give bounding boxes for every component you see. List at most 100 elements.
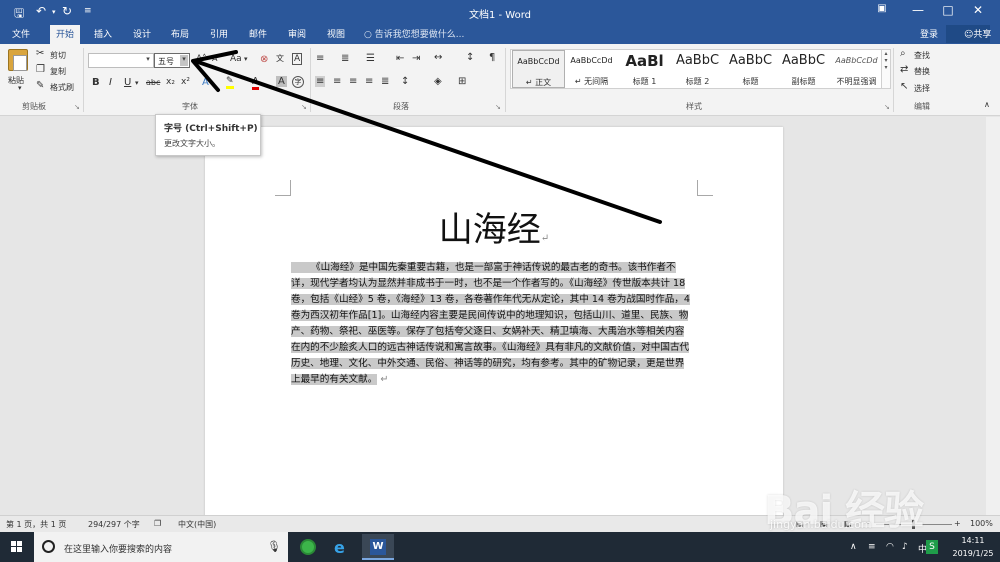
scissors-icon[interactable]: ✂ — [36, 48, 44, 59]
style-normal[interactable]: AaBbCcDd ↵ 正文 — [512, 50, 565, 88]
tab-design[interactable]: 设计 — [133, 27, 151, 40]
font-size-combo[interactable]: 五号 ▾ — [154, 53, 190, 68]
page-count[interactable]: 第 1 页，共 1 页 — [6, 519, 66, 530]
network-icon[interactable]: ≡ — [868, 542, 876, 552]
font-name-combo[interactable]: ▾ — [88, 53, 154, 68]
input-method-s-icon[interactable]: S — [926, 540, 938, 554]
numbering-icon[interactable]: ≣ — [341, 53, 349, 64]
shading-icon[interactable]: ◈ — [434, 76, 442, 87]
style-heading-2[interactable]: AaBbC 标题 2 — [671, 50, 724, 88]
tab-insert[interactable]: 插入 — [94, 27, 112, 40]
close-button[interactable]: ✕ — [966, 3, 990, 17]
phonetic-guide-icon[interactable]: 文 — [276, 53, 284, 64]
decrease-indent-icon[interactable]: ⇤ — [396, 53, 404, 64]
style-subtle-emphasis[interactable]: AaBbCcDd 不明显强调 — [830, 50, 883, 88]
language-indicator[interactable]: 中文(中国) — [178, 519, 216, 530]
show-marks-icon[interactable]: ¶ — [489, 52, 495, 63]
distributed-icon[interactable]: ≣ — [381, 76, 389, 87]
chinese-layout-icon[interactable]: ↔ — [434, 52, 442, 63]
sort-icon[interactable]: ↕ — [466, 52, 474, 63]
bullets-icon[interactable]: ≡ — [316, 53, 324, 64]
tab-mailings[interactable]: 邮件 — [249, 27, 267, 40]
print-layout-icon[interactable]: ▣ — [820, 519, 828, 528]
font-size-dropdown-icon[interactable]: ▾ — [180, 55, 188, 66]
line-spacing-icon[interactable]: ↕ — [401, 76, 409, 87]
grow-font-icon[interactable]: A˄ — [196, 54, 207, 64]
microphone-icon[interactable]: 🎙 — [267, 540, 281, 553]
find-button[interactable]: 查找 — [914, 50, 930, 61]
paste-icon[interactable] — [8, 49, 28, 71]
maximize-button[interactable]: □ — [936, 3, 960, 17]
system-clock[interactable]: 14:11 2019/1/25 — [946, 534, 1000, 560]
change-case-dropdown-icon[interactable]: ▾ — [244, 55, 248, 63]
ribbon-display-options-icon[interactable]: ▣ — [870, 3, 894, 14]
vertical-scrollbar[interactable] — [986, 117, 1000, 515]
clipboard-launcher-icon[interactable]: ↘ — [74, 103, 80, 111]
font-launcher-icon[interactable]: ↘ — [301, 103, 307, 111]
borders-icon[interactable]: ⊞ — [458, 76, 466, 87]
replace-icon[interactable]: ⇄ — [900, 64, 908, 75]
character-border-icon[interactable]: A — [292, 53, 303, 65]
tab-review[interactable]: 审阅 — [288, 27, 306, 40]
proofing-icon[interactable]: ❐ — [154, 519, 161, 528]
style-subtitle[interactable]: AaBbC 副标题 — [777, 50, 830, 88]
subscript-button[interactable]: x₂ — [166, 77, 175, 87]
increase-indent-icon[interactable]: ⇥ — [412, 53, 420, 64]
multilevel-list-icon[interactable]: ☰ — [366, 53, 375, 64]
taskbar-app-ie[interactable]: e — [326, 534, 358, 560]
minimize-button[interactable]: — — [906, 3, 930, 17]
shrink-font-icon[interactable]: A˅ — [212, 54, 221, 63]
underline-dropdown-icon[interactable]: ▾ — [135, 79, 139, 87]
superscript-button[interactable]: x² — [181, 77, 190, 87]
strikethrough-button[interactable]: abc — [146, 78, 160, 87]
copy-icon[interactable]: ❐ — [36, 64, 45, 75]
italic-button[interactable]: I — [109, 77, 112, 88]
tab-view[interactable]: 视图 — [327, 27, 345, 40]
justify-icon[interactable]: ≡ — [365, 76, 373, 87]
document-heading[interactable]: 山海经↵ — [205, 202, 783, 251]
style-title[interactable]: AaBbC 标题 — [724, 50, 777, 88]
styles-launcher-icon[interactable]: ↘ — [884, 103, 890, 111]
paragraph-launcher-icon[interactable]: ↘ — [495, 103, 501, 111]
replace-button[interactable]: 替换 — [914, 66, 930, 77]
tab-home[interactable]: 开始 — [50, 25, 81, 44]
web-layout-icon[interactable]: ▦ — [844, 519, 852, 528]
zoom-out-button[interactable]: − — [864, 519, 871, 528]
collapse-ribbon-icon[interactable]: ∧ — [984, 100, 990, 109]
styles-gallery-scroll[interactable]: ▴ ▾ ▾ — [881, 49, 891, 89]
find-icon[interactable]: ⌕ — [900, 48, 906, 59]
chevron-down-icon[interactable]: ▾ — [144, 55, 152, 66]
paste-dropdown-icon[interactable]: ▾ — [18, 84, 22, 92]
taskbar-search[interactable]: 在这里输入你要搜索的内容 🎙 — [34, 532, 288, 562]
tab-layout[interactable]: 布局 — [171, 27, 189, 40]
font-color-icon[interactable]: A — [252, 76, 259, 90]
bold-button[interactable]: B — [92, 77, 100, 88]
select-button[interactable]: 选择 — [914, 83, 930, 94]
cut-button[interactable]: 剪切 — [50, 50, 66, 61]
wifi-icon[interactable]: ◠ — [886, 542, 894, 552]
sign-in-link[interactable]: 登录 — [920, 27, 938, 40]
align-left-icon[interactable]: ≡ — [315, 76, 326, 87]
start-button[interactable] — [0, 532, 34, 562]
style-no-spacing[interactable]: AaBbCcDd ↵ 无间隔 — [565, 50, 618, 88]
text-effects-icon[interactable]: A — [202, 77, 209, 88]
zoom-slider-thumb[interactable] — [912, 520, 915, 529]
copy-button[interactable]: 复制 — [50, 66, 66, 77]
change-case-button[interactable]: Aa — [230, 54, 242, 64]
enclose-characters-icon[interactable]: 字 — [292, 76, 304, 88]
taskbar-app-browser[interactable] — [292, 534, 324, 560]
tab-references[interactable]: 引用 — [210, 27, 228, 40]
underline-button[interactable]: U — [124, 77, 131, 88]
tell-me-box[interactable]: ○ 告诉我您想要做什么... — [364, 27, 464, 40]
word-count[interactable]: 294/297 个字 — [88, 519, 140, 530]
select-icon[interactable]: ↖ — [900, 81, 908, 92]
align-center-icon[interactable]: ≡ — [333, 76, 341, 87]
highlight-icon[interactable]: ✎ — [226, 76, 234, 89]
clear-formatting-icon[interactable]: ⊗ — [260, 54, 268, 65]
style-heading-1[interactable]: AaBl 标题 1 — [618, 50, 671, 88]
document-body[interactable]: 《山海经》是中国先秦重要古籍，也是一部富于神话传说的最古老的奇书。该书作者不详，… — [291, 260, 693, 388]
format-painter-button[interactable]: 格式刷 — [50, 82, 74, 93]
volume-icon[interactable]: ♪ — [902, 542, 908, 552]
tray-overflow-icon[interactable]: ∧ — [850, 542, 857, 552]
read-mode-icon[interactable]: ▤ — [796, 519, 804, 528]
